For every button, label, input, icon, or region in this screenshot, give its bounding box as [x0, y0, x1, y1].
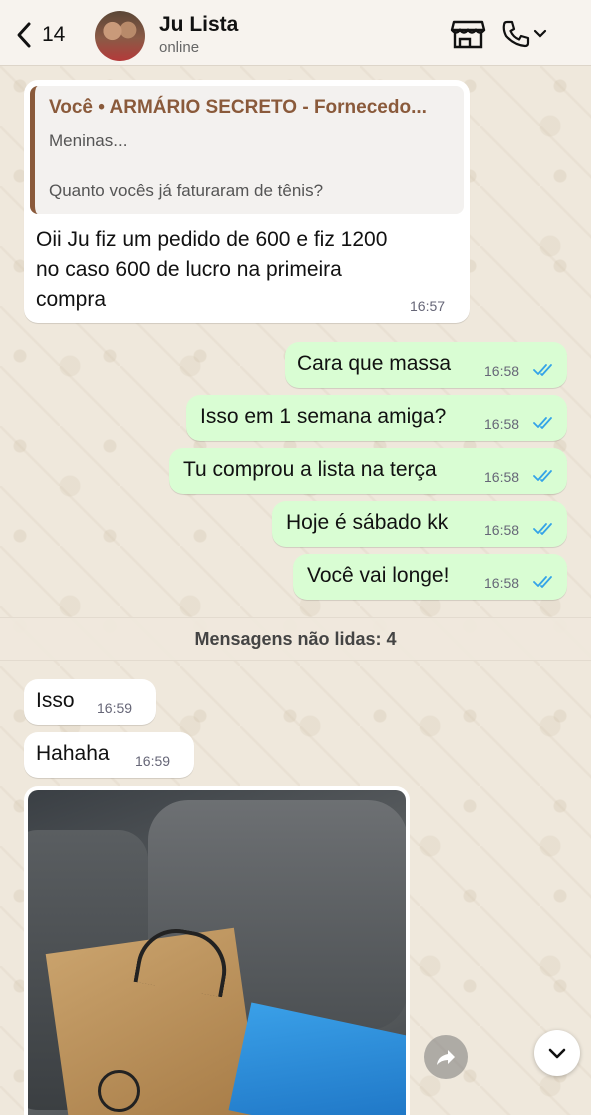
message-text: Cara que massa	[297, 352, 452, 375]
message-outgoing[interactable]: Você vai longe! 16:58	[293, 554, 567, 600]
quoted-text: Meninas...	[49, 131, 128, 150]
photo-attachment[interactable]	[28, 790, 406, 1115]
message-incoming[interactable]: Isso 16:59	[24, 679, 156, 725]
store-icon[interactable]	[450, 18, 486, 50]
message-outgoing[interactable]: Tu comprou a lista na terça 16:58	[169, 448, 567, 494]
double-check-icon	[533, 417, 552, 429]
call-button[interactable]	[500, 18, 556, 50]
message-text: Isso	[36, 689, 75, 712]
message-text: Oii Ju fiz um pedido de 600 e fiz 1200	[36, 228, 388, 251]
quoted-message[interactable]: Você • ARMÁRIO SECRETO - Fornecedo... Me…	[30, 86, 464, 214]
chevron-left-icon	[17, 22, 31, 48]
photo-detail	[98, 1070, 140, 1112]
message-time: 16:58	[484, 575, 520, 591]
unread-messages-divider: Mensagens não lidas: 4	[0, 617, 591, 661]
contact-name[interactable]: Ju Lista	[159, 13, 238, 37]
message-text: Isso em 1 semana amiga?	[200, 405, 447, 428]
message-incoming[interactable]: Você • ARMÁRIO SECRETO - Fornecedo... Me…	[24, 80, 470, 323]
double-check-icon	[533, 470, 552, 482]
unread-count: 14	[42, 23, 66, 46]
double-check-icon	[533, 523, 552, 535]
message-text: Hoje é sábado kk	[286, 511, 449, 534]
message-outgoing[interactable]: Cara que massa 16:58	[285, 342, 567, 388]
avatar[interactable]	[95, 11, 145, 61]
message-text: Hahaha	[36, 742, 110, 765]
message-time: 16:58	[484, 522, 520, 538]
forward-button[interactable]	[424, 1035, 468, 1079]
forward-icon	[437, 1050, 455, 1065]
message-text: no caso 600 de lucro na primeira	[36, 258, 342, 281]
quoted-title: Você • ARMÁRIO SECRETO - Fornecedo...	[49, 97, 427, 118]
message-time: 16:58	[484, 416, 520, 432]
message-text: Tu comprou a lista na terça	[183, 458, 437, 481]
contact-status: online	[159, 39, 200, 56]
message-outgoing[interactable]: Isso em 1 semana amiga? 16:58	[186, 395, 567, 441]
message-text: Você vai longe!	[307, 564, 450, 587]
message-time: 16:59	[97, 700, 133, 716]
message-incoming-photo[interactable]	[24, 786, 410, 1115]
message-time: 16:58	[484, 469, 520, 485]
chevron-down-icon	[533, 29, 547, 38]
message-time: 16:59	[135, 753, 171, 769]
quoted-text: Quanto vocês já faturaram de tênis?	[49, 181, 324, 200]
chevron-down-icon	[548, 1048, 566, 1059]
double-check-icon	[533, 576, 552, 588]
back-button[interactable]: 14	[14, 20, 84, 50]
message-time: 16:58	[484, 363, 520, 379]
message-time: 16:57	[410, 298, 446, 314]
message-outgoing[interactable]: Hoje é sábado kk 16:58	[272, 501, 567, 547]
scroll-to-bottom-button[interactable]	[534, 1030, 580, 1076]
double-check-icon	[533, 364, 552, 376]
message-text: compra	[36, 288, 107, 311]
phone-icon	[502, 20, 530, 48]
message-incoming[interactable]: Hahaha 16:59	[24, 732, 194, 778]
chat-header: 14 Ju Lista online	[0, 0, 591, 66]
